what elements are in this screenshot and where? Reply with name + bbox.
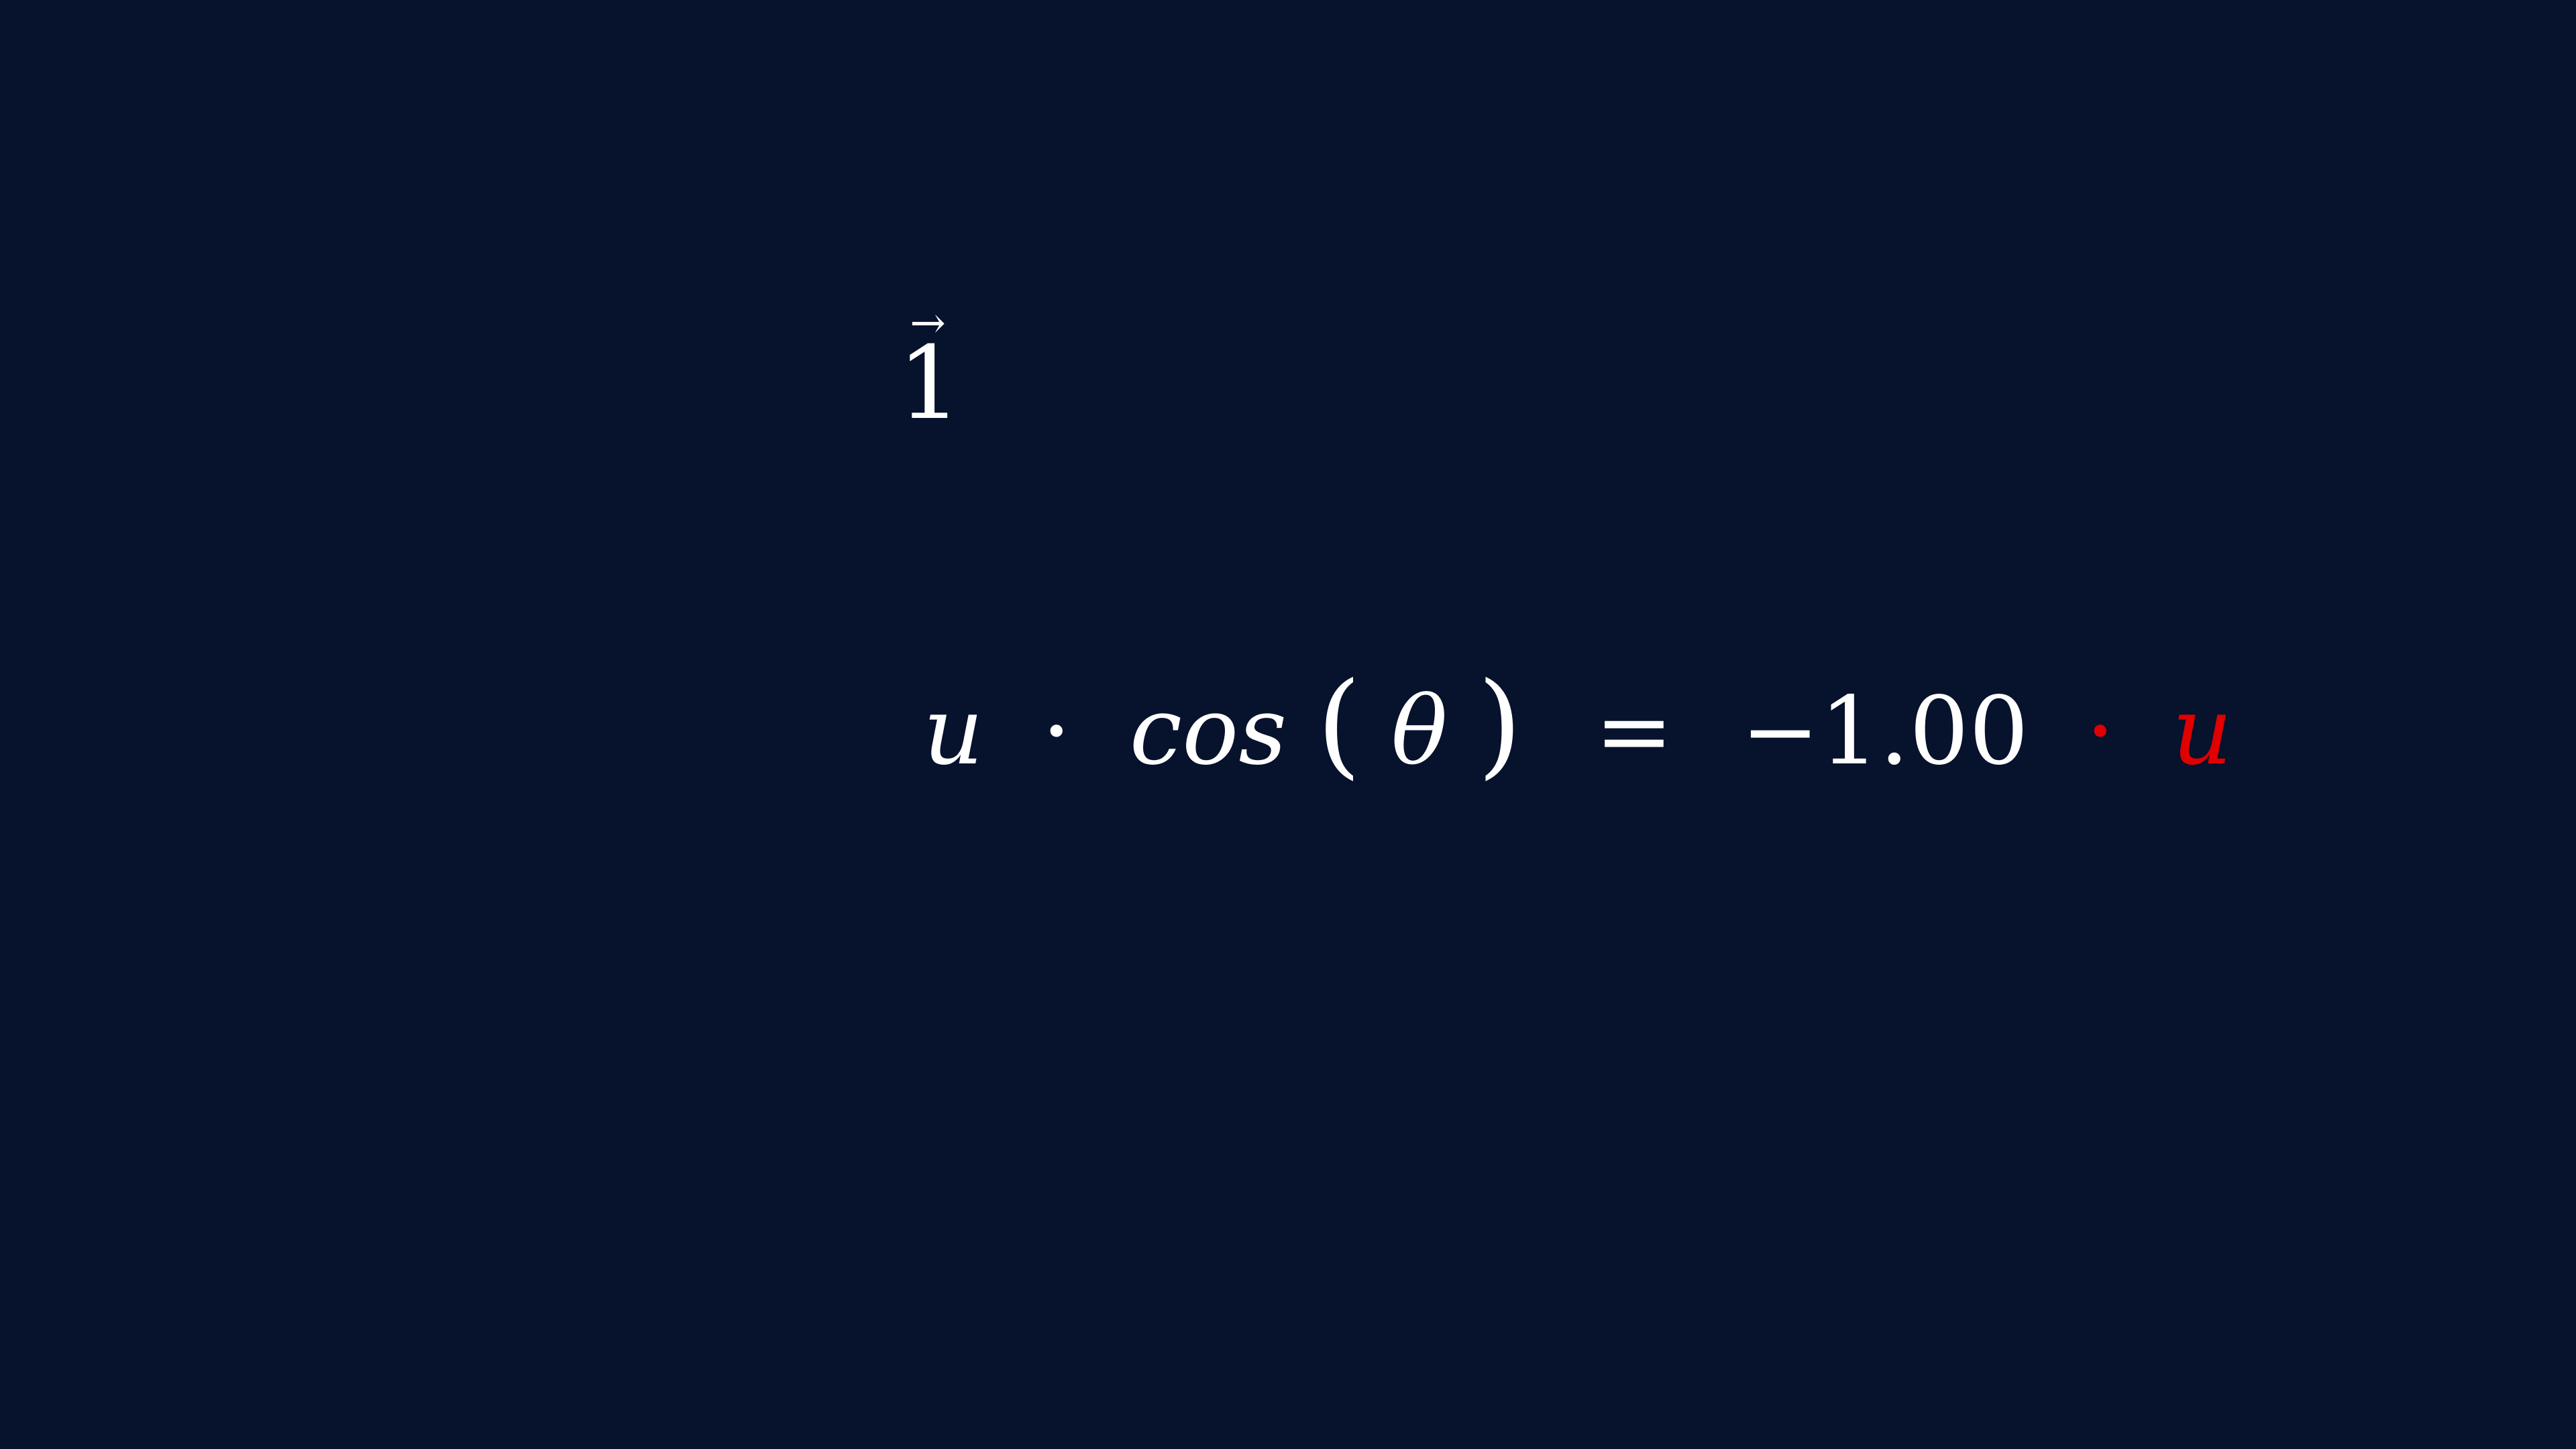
equation-value: −1.00 [1741,677,2029,786]
equation-u-right: u [2171,677,2233,786]
equation-equals: = [1595,677,1674,786]
equation-paren-open: ( [1316,658,1362,791]
equation-theta: θ [1391,677,1448,786]
vector-number: 1 [898,325,962,442]
math-canvas: → 1 u · cos ( θ ) = −1.00 · u [0,0,2576,1449]
vector-label: → 1 [898,302,962,442]
equation-dot-left: · [1041,677,1072,786]
equation-paren-close: ) [1477,658,1522,791]
projection-equation: u · cos ( θ ) = −1.00 · u [923,658,2233,791]
equation-dot-right: · [2085,677,2116,786]
equation-u-left: u [923,677,984,786]
equation-cos: cos [1129,677,1287,786]
